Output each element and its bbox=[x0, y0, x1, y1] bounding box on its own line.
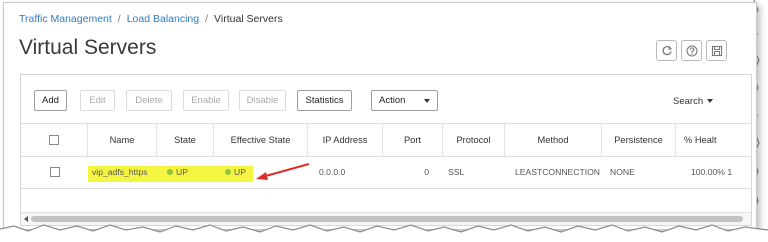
status-up-dot bbox=[225, 169, 231, 175]
breadcrumb-load-balancing[interactable]: Load Balancing bbox=[127, 13, 199, 25]
select-all-checkbox[interactable] bbox=[49, 135, 59, 145]
column-header-port[interactable]: Port bbox=[383, 124, 443, 156]
torn-edge-bottom bbox=[0, 224, 768, 242]
edit-button[interactable]: Edit bbox=[80, 90, 115, 111]
search-label: Search bbox=[673, 96, 704, 107]
screenshot-frame: Traffic Management / Load Balancing / Virtua… bbox=[3, 2, 757, 230]
column-header-method[interactable]: Method bbox=[505, 124, 602, 156]
virtual-servers-panel: Add Edit Delete Enable Disable Statistic… bbox=[20, 74, 752, 226]
breadcrumb-traffic-management[interactable]: Traffic Management bbox=[19, 13, 112, 25]
refresh-icon[interactable] bbox=[656, 40, 677, 61]
breadcrumb: Traffic Management / Load Balancing / Virtua… bbox=[19, 13, 283, 25]
row-checkbox[interactable] bbox=[49, 167, 60, 177]
column-header-persistence[interactable]: Persistence bbox=[602, 124, 676, 156]
action-label: Action bbox=[379, 95, 406, 106]
column-header-name[interactable]: Name bbox=[88, 124, 157, 156]
add-button[interactable]: Add bbox=[34, 90, 67, 111]
column-header-state[interactable]: State bbox=[157, 124, 214, 156]
cell-state: UP bbox=[167, 156, 207, 188]
chevron-down-icon bbox=[424, 99, 430, 103]
annotation-arrow-icon bbox=[256, 163, 310, 180]
enable-button[interactable]: Enable bbox=[183, 90, 229, 111]
state-text: UP bbox=[176, 167, 188, 177]
column-header-effective-state[interactable]: Effective State bbox=[214, 124, 308, 156]
breadcrumb-separator: / bbox=[205, 13, 209, 25]
cell-ip-address: 0.0.0.0 bbox=[319, 167, 346, 177]
column-header-health[interactable]: % Healt bbox=[676, 124, 751, 156]
breadcrumb-current: Virtual Servers bbox=[214, 13, 283, 25]
status-up-dot bbox=[167, 169, 173, 175]
table-row[interactable]: vip_adfs_https UP UP 0.0.0.0 0 SSL LEAST… bbox=[21, 156, 751, 189]
statistics-button[interactable]: Statistics bbox=[297, 90, 352, 111]
cell-health: 100.00% 1 bbox=[691, 167, 733, 177]
page-actions bbox=[656, 40, 727, 61]
column-header-ip-address[interactable]: IP Address bbox=[308, 124, 383, 156]
page-title: Virtual Servers bbox=[19, 36, 157, 59]
column-header-protocol[interactable]: Protocol bbox=[443, 124, 505, 156]
cell-persistence: NONE bbox=[610, 167, 635, 177]
breadcrumb-separator: / bbox=[117, 13, 121, 25]
save-icon[interactable] bbox=[706, 40, 727, 61]
delete-button[interactable]: Delete bbox=[126, 90, 172, 111]
action-dropdown[interactable]: Action bbox=[371, 90, 438, 111]
disable-button[interactable]: Disable bbox=[239, 90, 286, 111]
cell-port: 0 bbox=[424, 167, 429, 177]
cell-name[interactable]: vip_adfs_https bbox=[92, 156, 162, 188]
cell-protocol: SSL bbox=[448, 167, 465, 177]
cell-method: LEASTCONNECTION bbox=[515, 167, 600, 177]
effective-state-text: UP bbox=[234, 167, 246, 177]
search-dropdown[interactable]: Search bbox=[673, 96, 714, 107]
row-select-cell bbox=[21, 156, 88, 188]
table-header: Name State Effective State IP Address Po… bbox=[21, 123, 751, 157]
help-icon[interactable] bbox=[681, 40, 702, 61]
chevron-down-icon bbox=[707, 99, 714, 104]
select-all-cell bbox=[21, 124, 88, 156]
